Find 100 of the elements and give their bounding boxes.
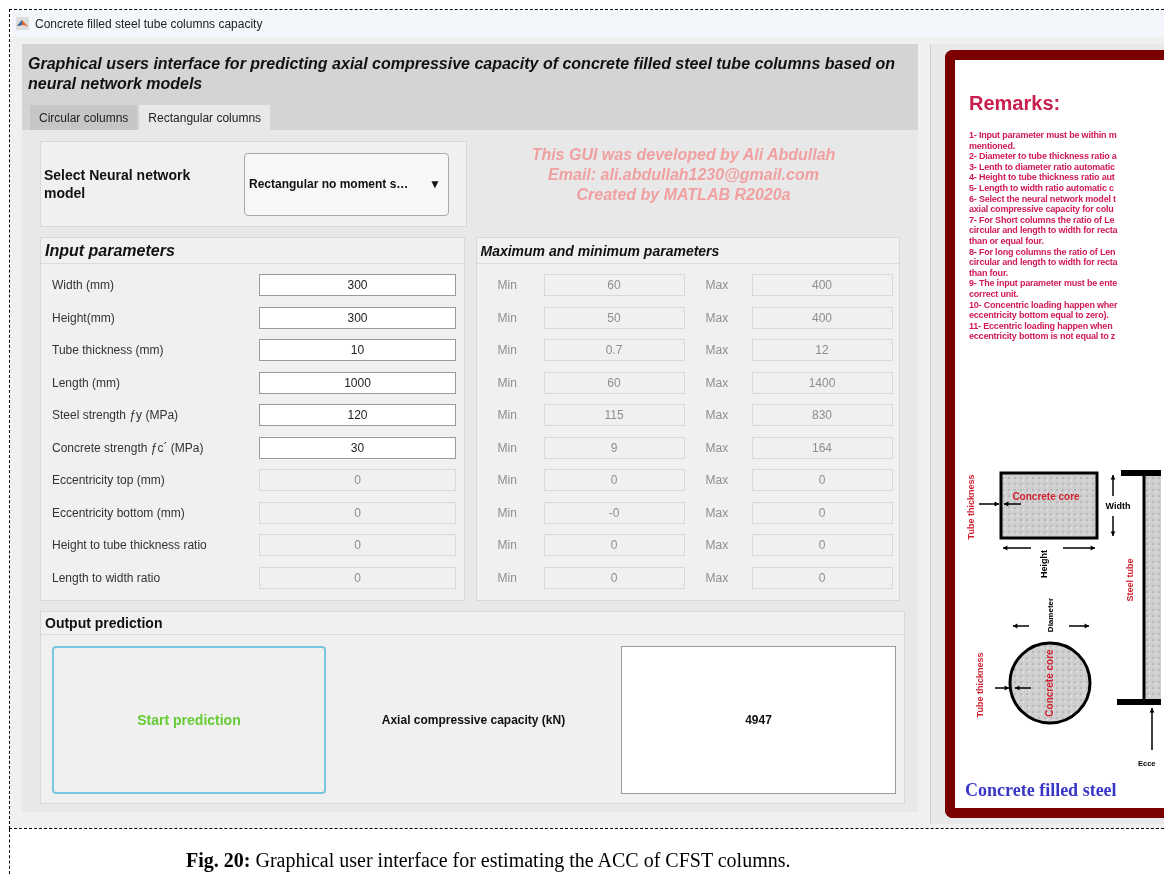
remark-line: 2- Diameter to tube thickness ratio a <box>969 151 1118 162</box>
input-field[interactable]: 60 <box>543 371 685 394</box>
min-label: Min <box>497 374 518 392</box>
min-label: Min <box>497 504 518 522</box>
input-field[interactable]: 30 <box>259 436 456 459</box>
input-field[interactable]: 0 <box>543 469 685 492</box>
parameter-label: Width (mm) <box>52 277 115 295</box>
input-field[interactable]: 1400 <box>751 371 893 394</box>
input-field[interactable]: 120 <box>259 404 456 427</box>
input-field[interactable]: 1000 <box>259 371 456 394</box>
window-title: Concrete filled steel tube columns capacity <box>35 15 263 33</box>
parameter-label: Steel strength ƒy (MPa) <box>52 407 180 425</box>
credit-text: This GUI was developed by Ali Abdullah <box>531 145 836 165</box>
banner-title: Concrete filled steel <box>965 780 1117 800</box>
remarks-title: Remarks: <box>969 91 1062 116</box>
parameter-label: Height(mm) <box>52 309 116 327</box>
diagram-label: Tube thickness <box>966 474 977 540</box>
input-field[interactable]: 60 <box>543 274 685 297</box>
diagram-label: Width <box>1105 501 1131 511</box>
input-field[interactable]: 0 <box>751 566 893 589</box>
remark-line: axial compressive capacity for colu <box>969 204 1115 215</box>
input-field[interactable]: 12 <box>751 339 893 362</box>
input-field[interactable]: 164 <box>751 436 893 459</box>
min-label: Min <box>497 277 518 295</box>
panel-title: Output prediction <box>41 612 904 635</box>
max-label: Max <box>705 374 730 392</box>
remark-line: circular and length to width for recta <box>969 257 1119 268</box>
diagram-label: Height <box>1039 550 1050 578</box>
parameter-label: Eccentricity bottom (mm) <box>52 504 186 522</box>
dimension-arrow <box>1068 623 1090 629</box>
min-label: Min <box>497 537 518 555</box>
parameter-label: Eccentricity top (mm) <box>52 472 166 490</box>
input-field[interactable]: 400 <box>751 306 893 329</box>
diagram-label: Steel tube <box>1125 558 1136 602</box>
input-field[interactable]: 9 <box>543 436 685 459</box>
input-field[interactable]: 0 <box>543 534 685 557</box>
remark-line: 11- Eccentric loading happen when <box>969 320 1114 332</box>
input-field[interactable]: 10 <box>259 339 456 362</box>
input-field[interactable]: 0 <box>751 534 893 557</box>
input-field[interactable]: 50 <box>543 306 685 329</box>
parameter-label: Height to tube thickness ratio <box>52 537 208 555</box>
dimension-arrow <box>1062 545 1096 551</box>
dimension-arrow <box>1110 474 1116 497</box>
input-field[interactable]: 115 <box>543 404 685 427</box>
caret-icon: ▼ <box>429 175 441 193</box>
input-field[interactable]: 0 <box>543 566 685 589</box>
input-field[interactable]: 0 <box>751 469 893 492</box>
min-label: Min <box>497 569 518 587</box>
parameter-label: Length (mm) <box>52 374 122 392</box>
remark-line: 5- Length to width ratio automatic c <box>969 182 1115 194</box>
remark-line: 6- Select the neural network model t <box>969 193 1117 205</box>
min-label: Min <box>497 342 518 360</box>
remark-line: mentioned. <box>969 140 1016 152</box>
input-field[interactable]: 830 <box>751 404 893 427</box>
panel-title: Input parameters <box>41 238 464 264</box>
remark-line: than or equal four. <box>969 235 1045 247</box>
parameter-label: Length to width ratio <box>52 569 162 587</box>
min-label: Min <box>497 472 518 490</box>
diagram-label: Concrete core <box>1043 649 1055 717</box>
max-label: Max <box>705 504 730 522</box>
input-field[interactable]: -0 <box>543 501 685 524</box>
input-field[interactable]: 400 <box>751 274 893 297</box>
parameter-label: Tube thickness (mm) <box>52 342 165 360</box>
app-icon <box>16 17 29 30</box>
dimension-arrow <box>1149 707 1155 751</box>
remark-line: eccentricity bottom is not equal to z <box>969 331 1117 342</box>
tab[interactable]: Circular columns <box>30 105 138 130</box>
diagram-label: Diameter <box>1046 597 1056 633</box>
max-label: Max <box>705 472 730 490</box>
remark-line: than four. <box>969 267 1009 279</box>
start-prediction-button[interactable]: Start prediction <box>52 646 326 794</box>
remark-line: 7- For Short columns the ratio of Le <box>969 214 1116 226</box>
remark-line: 8- For long columns the ratio of Len <box>969 246 1117 258</box>
input-field[interactable]: 0.7 <box>543 339 685 362</box>
remark-line: 3- Lenth to diameter ratio automatic <box>969 161 1116 173</box>
dimension-arrow <box>1014 685 1032 691</box>
min-label: Min <box>497 439 518 457</box>
remark-line: 10- Concentric loading happen wher <box>969 299 1119 311</box>
dimension-arrow <box>994 685 1010 691</box>
tab[interactable]: Rectangular columns <box>139 105 271 130</box>
max-label: Max <box>705 277 730 295</box>
input-field[interactable]: 300 <box>259 306 456 329</box>
model-dropdown[interactable]: Rectangular no moment s… ▼ <box>244 152 449 216</box>
diagram-label: Concrete core <box>1012 491 1080 502</box>
max-label: Max <box>705 537 730 555</box>
header-title: Graphical users interface for predicting axial compressive capacity of concrete filled steel tube columns based on neural network models <box>28 54 896 94</box>
max-label: Max <box>705 342 730 360</box>
dimension-arrow <box>1003 501 1022 507</box>
min-label: Min <box>497 309 518 327</box>
dimension-arrow <box>1110 515 1116 537</box>
remark-line: circular and length to width for recta <box>969 225 1119 236</box>
remark-line: 1- Input parameter must be within m <box>969 130 1118 141</box>
remark-line: correct unit. <box>969 288 1020 300</box>
credit-text: Created by MATLAB R2020a <box>576 185 791 205</box>
parameter-label: Concrete strength ƒc´ (MPa) <box>52 439 205 457</box>
input-field[interactable]: 300 <box>259 274 456 297</box>
result-label: Axial compressive capacity (kN) <box>380 712 567 729</box>
input-field[interactable]: 0 <box>751 501 893 524</box>
max-label: Max <box>705 439 730 457</box>
remark-line: 9- The input parameter must be ente <box>969 278 1119 289</box>
